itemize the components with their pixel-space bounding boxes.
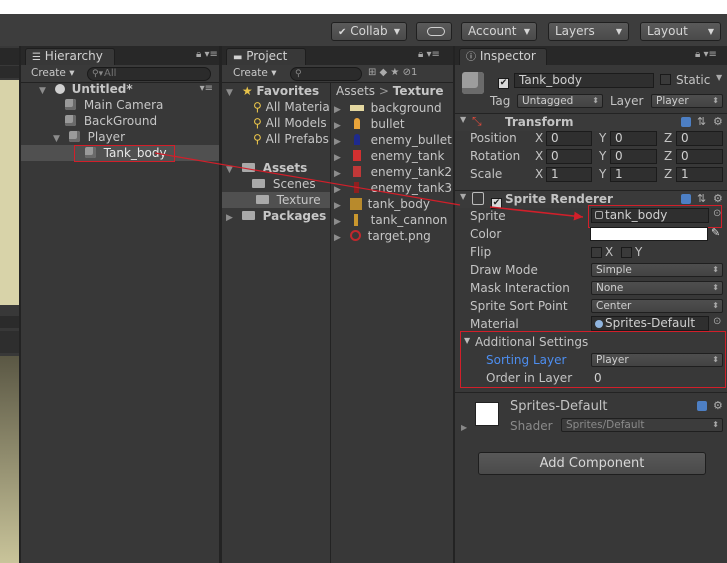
annotation-arrows (154, 152, 584, 221)
unity-editor: ✔ Collab ▼ Account ▼ Layers ▼ Layout ▼ ☰… (0, 0, 727, 563)
annotation-arrow (489, 206, 584, 221)
annotation-line (154, 152, 461, 206)
